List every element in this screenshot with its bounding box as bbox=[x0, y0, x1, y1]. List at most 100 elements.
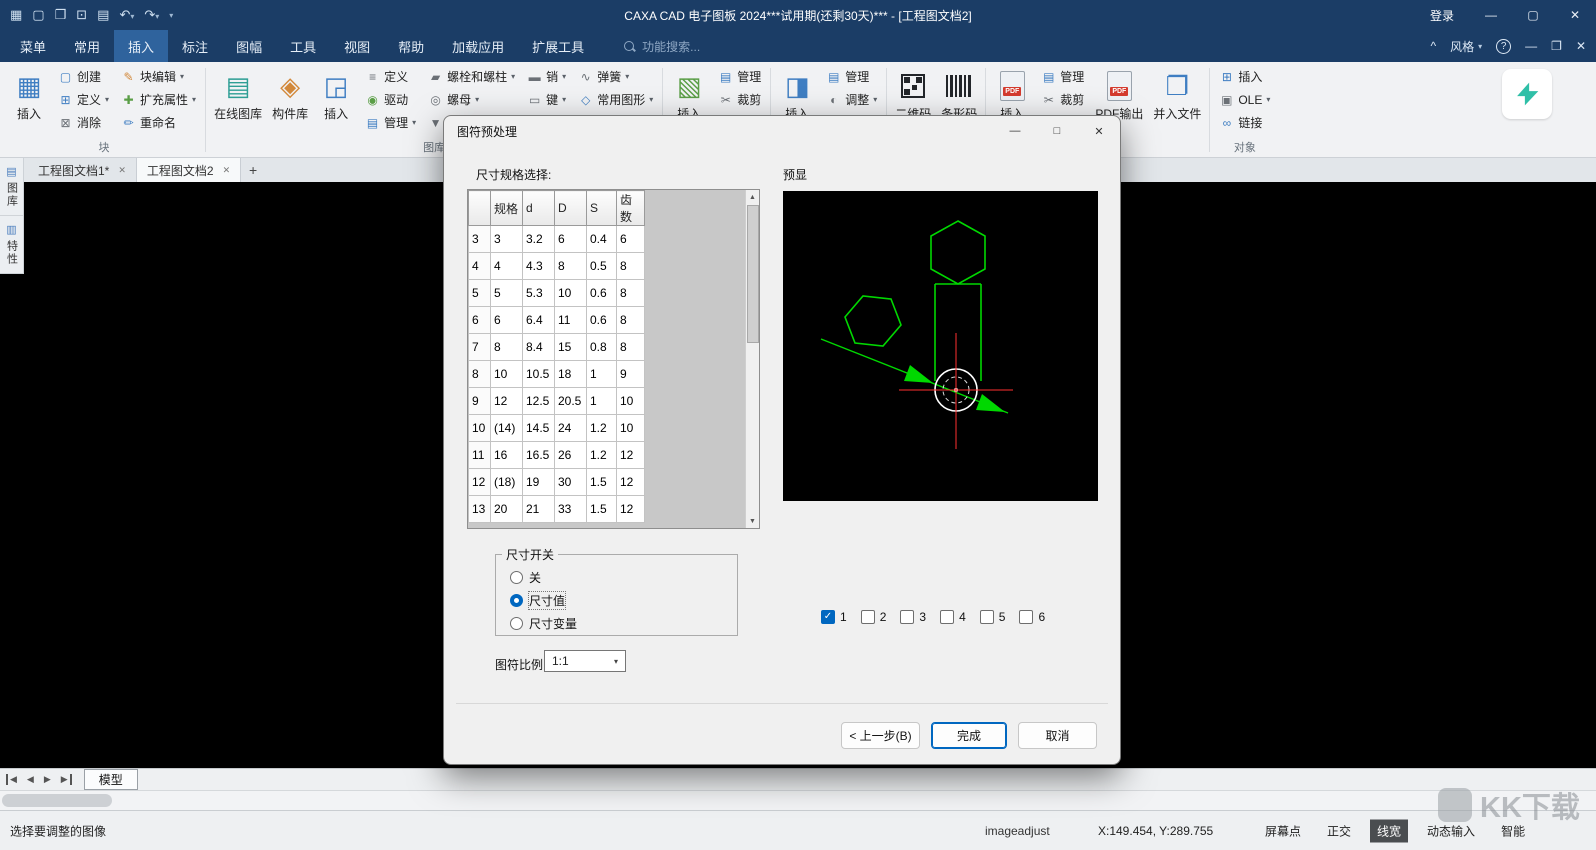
scroll-down-icon[interactable]: ▼ bbox=[749, 514, 756, 528]
view-adjust-button[interactable]: ◐调整▾ bbox=[821, 88, 882, 111]
side-tab-library[interactable]: ▤ 图库 bbox=[0, 158, 23, 216]
status-toggle[interactable]: 屏幕点 bbox=[1258, 819, 1308, 842]
doc-restore-button[interactable]: ❐ bbox=[1551, 39, 1562, 53]
spec-row[interactable]: 132021331.512 bbox=[469, 496, 645, 523]
library-manage-button[interactable]: ▤管理▾ bbox=[360, 111, 421, 134]
block-define-button[interactable]: ⊞定义▾ bbox=[53, 88, 114, 111]
undo-icon[interactable]: ↶▾ bbox=[119, 7, 134, 23]
image-crop-button[interactable]: ✂裁剪 bbox=[713, 88, 766, 111]
close-tab-icon[interactable]: ✕ bbox=[223, 165, 231, 176]
menu-tab[interactable]: 帮助 bbox=[384, 30, 438, 62]
menu-tab[interactable]: 扩展工具 bbox=[518, 30, 598, 62]
dialog-close-button[interactable]: ✕ bbox=[1078, 116, 1120, 146]
spec-row[interactable]: 666.4110.68 bbox=[469, 307, 645, 334]
dialog-titlebar[interactable]: 图符预处理 — □ ✕ bbox=[444, 116, 1120, 146]
help-button[interactable]: ? bbox=[1496, 39, 1511, 54]
view-manage-button[interactable]: ▤管理 bbox=[821, 65, 882, 88]
scrollbar-thumb[interactable] bbox=[747, 205, 759, 343]
springs-button[interactable]: ∿弹簧▾ bbox=[573, 65, 658, 88]
dialog-minimize-button[interactable]: — bbox=[994, 116, 1036, 146]
save-icon[interactable]: ⊡ bbox=[76, 7, 87, 23]
dim-switch-option[interactable]: 关 bbox=[510, 568, 737, 586]
table-scrollbar[interactable]: ▲ ▼ bbox=[745, 190, 759, 528]
extend-attribute-button[interactable]: ✚扩充属性▾ bbox=[116, 88, 201, 111]
menu-tab[interactable]: 插入 bbox=[114, 30, 168, 62]
status-toggle[interactable]: 智能 bbox=[1494, 819, 1532, 842]
dim-switch-option[interactable]: 尺寸变量 bbox=[510, 614, 737, 632]
image-manage-button[interactable]: ▤管理 bbox=[713, 65, 766, 88]
ribbon-collapse-button[interactable]: ^ bbox=[1431, 39, 1437, 53]
side-tab-properties[interactable]: ▥ 特性 bbox=[0, 216, 23, 273]
print-icon[interactable]: ▤ bbox=[97, 7, 109, 23]
spec-row[interactable]: 10(14)14.5241.210 bbox=[469, 415, 645, 442]
style-dropdown[interactable]: 风格 ▾ bbox=[1450, 38, 1482, 55]
new-tab-button[interactable]: + bbox=[241, 158, 265, 182]
block-purge-button[interactable]: ⊠消除 bbox=[53, 111, 114, 134]
function-search-input[interactable]: 功能搜索... bbox=[624, 30, 700, 62]
status-toggle[interactable]: 线宽 bbox=[1370, 819, 1408, 842]
column-header[interactable]: D bbox=[555, 191, 587, 226]
library-insert-button[interactable]: ◲ 插入 bbox=[314, 65, 358, 135]
spec-row[interactable]: 444.380.58 bbox=[469, 253, 645, 280]
column-header[interactable]: S bbox=[587, 191, 617, 226]
object-insert-button[interactable]: ⊞插入 bbox=[1214, 65, 1275, 88]
cancel-button[interactable]: 取消 bbox=[1018, 722, 1097, 749]
doc-close-button[interactable]: ✕ bbox=[1576, 39, 1586, 53]
back-button[interactable]: < 上一步(B) bbox=[841, 722, 920, 749]
rename-button[interactable]: ✏重命名 bbox=[116, 111, 201, 134]
ole-button[interactable]: ▣OLE▾ bbox=[1214, 88, 1275, 111]
keys-button[interactable]: ▭键▾ bbox=[522, 88, 571, 111]
spec-row[interactable]: 333.260.46 bbox=[469, 226, 645, 253]
first-sheet-button[interactable]: ◀ bbox=[6, 774, 19, 785]
library-drive-button[interactable]: ◉驱动 bbox=[360, 88, 421, 111]
spec-row[interactable]: 81010.51819 bbox=[469, 361, 645, 388]
menu-tab[interactable]: 标注 bbox=[168, 30, 222, 62]
dim-switch-option[interactable]: 尺寸值 bbox=[510, 591, 737, 609]
open-file-icon[interactable]: ❒ bbox=[55, 7, 67, 23]
block-edit-button[interactable]: ✎块编辑▾ bbox=[116, 65, 201, 88]
symbol-scale-select[interactable]: 1:1 ▾ bbox=[544, 650, 626, 672]
preview-toggle[interactable]: 5 bbox=[980, 610, 1006, 624]
preview-toggle[interactable]: 1 bbox=[821, 610, 847, 624]
column-header[interactable]: 规格 bbox=[491, 191, 523, 226]
preview-toggle[interactable]: 3 bbox=[900, 610, 926, 624]
status-toggle[interactable]: 动态输入 bbox=[1420, 819, 1482, 842]
preview-toggle[interactable]: 6 bbox=[1019, 610, 1045, 624]
close-tab-icon[interactable]: ✕ bbox=[118, 165, 126, 176]
online-library-button[interactable]: ▤ 在线图库 bbox=[210, 65, 266, 135]
library-define-button[interactable]: ≡定义 bbox=[360, 65, 421, 88]
login-button[interactable]: 登录 bbox=[1414, 7, 1470, 24]
menu-tab[interactable]: 视图 bbox=[330, 30, 384, 62]
bolts-button[interactable]: ▰螺栓和螺柱▾ bbox=[423, 65, 520, 88]
new-file-icon[interactable]: ▢ bbox=[32, 7, 44, 23]
status-toggle[interactable]: 正交 bbox=[1320, 819, 1358, 842]
close-button[interactable]: ✕ bbox=[1554, 0, 1596, 30]
merge-file-button[interactable]: ❐ 并入文件 bbox=[1149, 65, 1205, 135]
next-sheet-button[interactable]: ▶ bbox=[42, 774, 53, 785]
preview-toggle[interactable]: 2 bbox=[861, 610, 887, 624]
document-tab[interactable]: 工程图文档1* ✕ bbox=[28, 158, 137, 182]
column-header[interactable]: d bbox=[523, 191, 555, 226]
scrollbar-thumb[interactable] bbox=[2, 794, 112, 807]
menu-tab[interactable]: 工具 bbox=[276, 30, 330, 62]
menu-tab[interactable]: 菜单 bbox=[6, 30, 60, 62]
model-tab[interactable]: 模型 bbox=[84, 769, 138, 790]
menu-tab[interactable]: 常用 bbox=[60, 30, 114, 62]
scroll-up-icon[interactable]: ▲ bbox=[749, 190, 756, 204]
menu-tab[interactable]: 图幅 bbox=[222, 30, 276, 62]
app-menu-icon[interactable]: ▦ bbox=[10, 7, 22, 23]
spec-row[interactable]: 555.3100.68 bbox=[469, 280, 645, 307]
doc-minimize-button[interactable]: — bbox=[1525, 39, 1537, 53]
spec-row[interactable]: 788.4150.88 bbox=[469, 334, 645, 361]
document-tab[interactable]: 工程图文档2 ✕ bbox=[137, 158, 241, 182]
quick-access-dropdown-icon[interactable]: ▾ bbox=[169, 11, 173, 20]
horizontal-scrollbar[interactable] bbox=[0, 790, 1596, 810]
prev-sheet-button[interactable]: ◀ bbox=[25, 774, 36, 785]
minimize-button[interactable]: — bbox=[1470, 0, 1512, 30]
preview-toggle[interactable]: 4 bbox=[940, 610, 966, 624]
spec-row[interactable]: 91212.520.5110 bbox=[469, 388, 645, 415]
column-header[interactable]: 齿数 bbox=[617, 191, 645, 226]
last-sheet-button[interactable]: ▶ bbox=[59, 774, 72, 785]
pdf-manage-button[interactable]: ▤管理 bbox=[1036, 65, 1089, 88]
finish-button[interactable]: 完成 bbox=[931, 722, 1007, 749]
